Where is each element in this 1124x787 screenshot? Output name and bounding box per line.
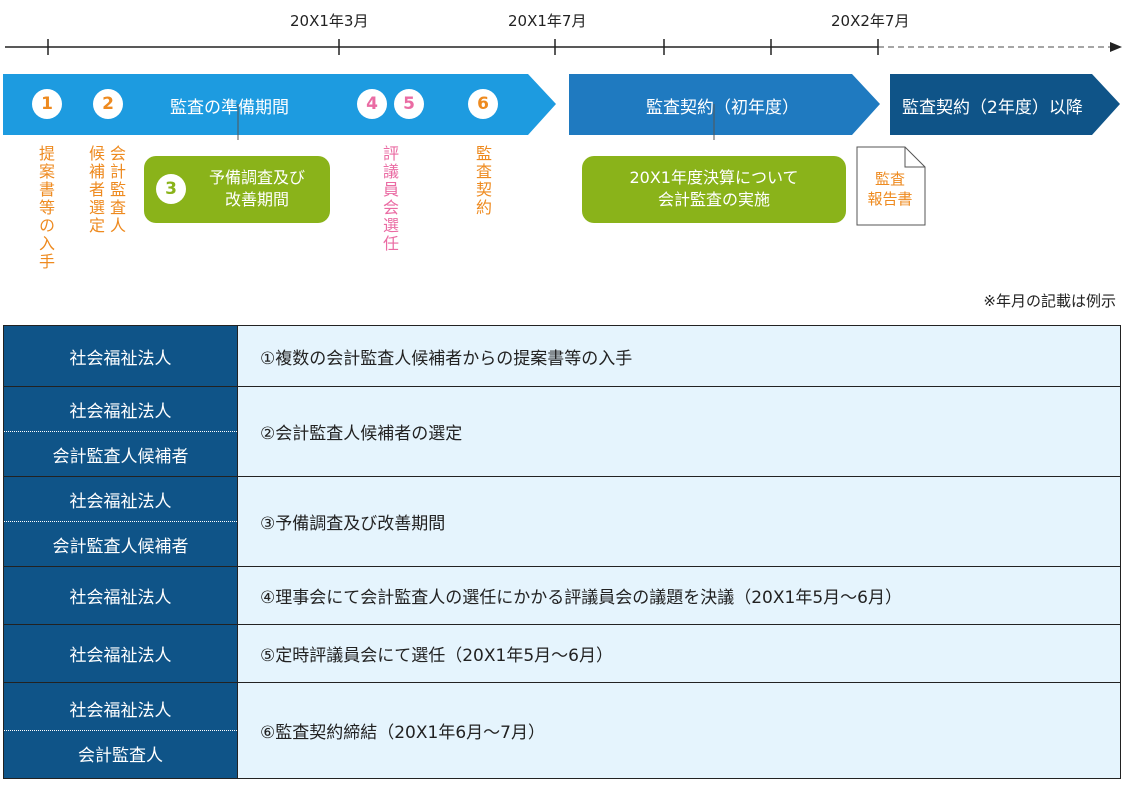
- table-row-task: ④理事会にて会計監査人の選任にかかる評議員会の議題を決議（20X1年5月～6月）: [237, 566, 1121, 625]
- date-20x1-07: 20X1年7月: [508, 12, 587, 30]
- table-row: 社会福祉法人 会計監査人候補者 ③予備調査及び改善期間: [3, 476, 1121, 567]
- table-row-actor: 社会福祉法人 会計監査人: [3, 682, 238, 779]
- actor-name: 社会福祉法人: [69, 588, 172, 608]
- table-row-actor: 社会福祉法人: [3, 325, 238, 387]
- audit-box-line1: 20X1年度決算について: [629, 168, 799, 187]
- table-row: 社会福祉法人 ④理事会にて会計監査人の選任にかかる評議員会の議題を決議（20X1…: [3, 566, 1121, 625]
- actor-name: 社会福祉法人: [69, 491, 172, 512]
- table-row-actor: 社会福祉法人 会計監査人候補者: [3, 386, 238, 477]
- step-6-badge: 6: [468, 89, 498, 119]
- audit-report-line2: 報告書: [867, 190, 913, 208]
- actor-name: 会計監査人: [78, 745, 163, 766]
- step-5-badge: 5: [394, 89, 424, 119]
- table-row-task: ⑥監査契約締結（20X1年6月～7月）: [237, 682, 1121, 779]
- table-row-task: ②会計監査人候補者の選定: [237, 386, 1121, 477]
- step-1-label: 提案書等の入手: [36, 145, 55, 271]
- table-row: 社会福祉法人 会計監査人 ⑥監査契約締結（20X1年6月～7月）: [3, 682, 1121, 779]
- responsibility-table: 社会福祉法人 ①複数の会計監査人候補者からの提案書等の入手 社会福祉法人 会計監…: [3, 325, 1121, 779]
- step-3-badge: 3: [156, 174, 186, 204]
- table-row-task: ③予備調査及び改善期間: [237, 476, 1121, 567]
- step-3-line2: 改善期間: [224, 190, 289, 209]
- audit-report-line1: 監査: [874, 170, 905, 188]
- date-20x1-03: 20X1年3月: [290, 12, 369, 30]
- table-row: 社会福祉法人 会計監査人候補者 ②会計監査人候補者の選定: [3, 386, 1121, 477]
- table-row-actor: 社会福祉法人: [3, 624, 238, 683]
- step-4-badge: 4: [357, 89, 387, 119]
- table-row-actor: 社会福祉法人: [3, 566, 238, 625]
- table-row-task: ①複数の会計監査人候補者からの提案書等の入手: [237, 325, 1121, 387]
- actor-name: 会計監査人候補者: [52, 446, 189, 467]
- phase-subsequent-label: 監査契約（2年度）以降: [902, 98, 1083, 118]
- step-3-text: 予備調査及び 改善期間: [192, 167, 322, 211]
- actor-name: 社会福祉法人: [69, 646, 172, 666]
- table-row-actor: 社会福祉法人 会計監査人候補者: [3, 476, 238, 567]
- step-2-label-b: 候補者選定: [86, 145, 105, 235]
- step-2-badge: 2: [93, 89, 123, 119]
- table-row: 社会福祉法人 ⑤定時評議員会にて選任（20X1年5月～6月）: [3, 624, 1121, 683]
- step-2-label-a: 会計監査人: [107, 145, 126, 235]
- phase-prep-label: 監査の準備期間: [170, 98, 289, 118]
- step-1-badge: 1: [32, 89, 62, 119]
- table-row: 社会福祉法人 ①複数の会計監査人候補者からの提案書等の入手: [3, 325, 1121, 387]
- step-3-box: 3 予備調査及び 改善期間: [144, 156, 330, 223]
- timeline-arrowhead: [1110, 42, 1122, 52]
- date-20x2-07: 20X2年7月: [831, 12, 910, 30]
- actor-name: 社会福祉法人: [69, 401, 172, 422]
- step-6-label: 監査契約: [473, 145, 492, 217]
- table-row-task: ⑤定時評議員会にて選任（20X1年5月～6月）: [237, 624, 1121, 683]
- audit-implementation-box: 20X1年度決算について 会計監査の実施: [582, 156, 846, 223]
- audit-box-line2: 会計監査の実施: [657, 190, 770, 209]
- step-3-line1: 予備調査及び: [208, 168, 305, 187]
- actor-name: 社会福祉法人: [69, 700, 172, 721]
- phase-first-year-label: 監査契約（初年度）: [646, 98, 799, 118]
- actor-name: 社会福祉法人: [69, 348, 172, 369]
- audit-report-label: 監査 報告書: [857, 169, 923, 209]
- example-note: ※年月の記載は例示: [983, 292, 1116, 310]
- actor-name: 会計監査人候補者: [52, 536, 189, 557]
- step-45-label: 評議員会選任: [380, 145, 399, 253]
